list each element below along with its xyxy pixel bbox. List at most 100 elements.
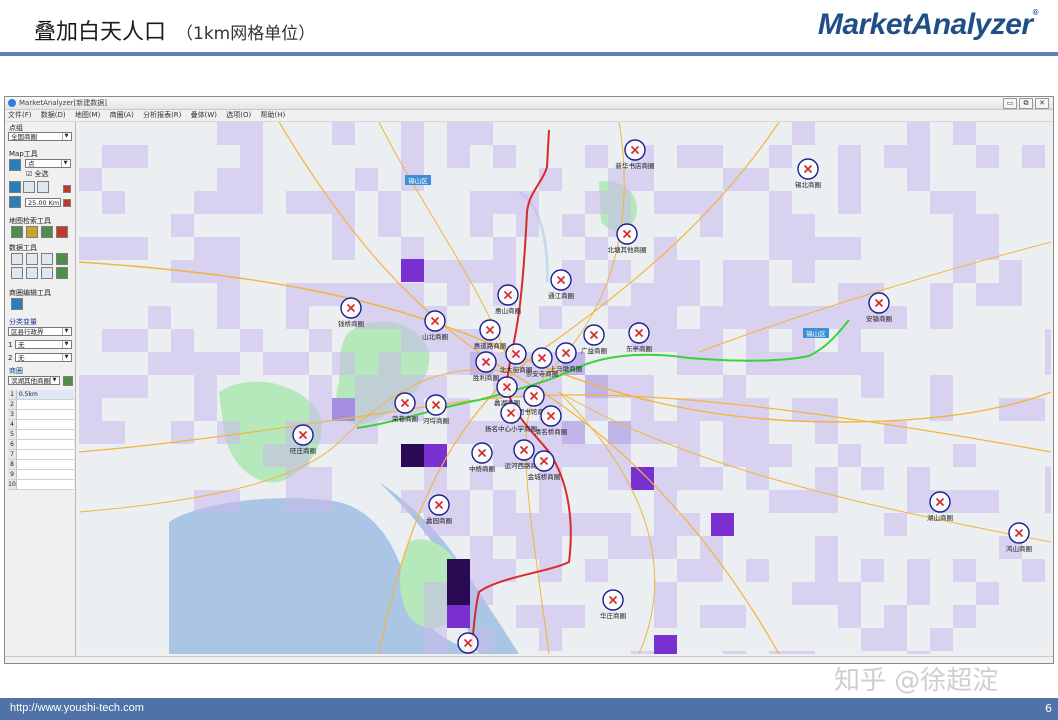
map-view[interactable]: 锡山区 锡山区 新华书店商圈 锡北商圈 北塘其他商圈 钱桥商圈 山北商圈 惠山商圈 通江商圈…	[79, 122, 1051, 654]
data-tool-5-button[interactable]	[11, 267, 23, 279]
search-tool-1-button[interactable]	[11, 226, 23, 238]
ring-row[interactable]: 7	[8, 450, 74, 460]
menu-options[interactable]: 选项(O)	[226, 111, 251, 119]
poi-marker[interactable]: 山北商圈	[422, 310, 448, 341]
poi-marker[interactable]: 蠡园商圈	[426, 494, 452, 525]
circle-select-button[interactable]	[37, 181, 49, 193]
point-type-select[interactable]: 点 ▼	[25, 159, 71, 168]
grid-cell	[447, 421, 470, 444]
radius-apply-button[interactable]	[63, 199, 71, 207]
menu-overlay[interactable]: 叠体(W)	[191, 111, 217, 119]
grid-cell	[815, 352, 838, 375]
poi-marker[interactable]: 鸿山商圈	[1006, 522, 1032, 553]
district-label: 锡山区	[408, 176, 428, 185]
poi-marker[interactable]: 华庄商圈	[600, 589, 626, 620]
maximize-button[interactable]: ⧉	[1019, 98, 1033, 109]
zoom-tool-button[interactable]	[9, 159, 21, 171]
menu-area[interactable]: 商圈(A)	[110, 111, 134, 119]
ring-row[interactable]: 5	[8, 430, 74, 440]
search-tool-2-button[interactable]	[26, 226, 38, 238]
poi-marker[interactable]: 锡北商圈	[795, 158, 821, 189]
class-1-select[interactable]: 无 ▼	[15, 340, 72, 349]
data-tool-4-button[interactable]	[56, 253, 68, 265]
hand-tool-button[interactable]	[9, 181, 21, 193]
grid-cell	[447, 283, 470, 306]
search-tool-4-button[interactable]	[56, 226, 68, 238]
class-2-select[interactable]: 无 ▼	[15, 353, 72, 362]
grid-cell	[493, 513, 516, 536]
grid-cell	[608, 444, 631, 467]
classification-select[interactable]: 区县行政界 ▼	[8, 327, 72, 336]
menu-data[interactable]: 数据(D)	[41, 111, 66, 119]
grid-cell	[700, 145, 723, 168]
grid-cell	[401, 122, 424, 145]
data-tool-7-button[interactable]	[41, 267, 53, 279]
area-select[interactable]: 滨湖其他商圈 ▼	[8, 376, 60, 385]
ring-row[interactable]: 2	[8, 400, 74, 410]
grid-cell	[815, 467, 838, 490]
area-apply-button[interactable]	[63, 376, 73, 386]
poi-marker[interactable]: 安镇商圈	[866, 292, 892, 323]
grid-cell	[677, 260, 700, 283]
poi-marker[interactable]: 胜利商圈	[473, 351, 499, 382]
ring-row[interactable]: 1 0.5km	[8, 390, 74, 400]
grid-cell	[309, 375, 332, 398]
radius-input[interactable]: 25.00 Km	[25, 198, 61, 207]
grid-cell	[677, 145, 700, 168]
data-tool-8-button[interactable]	[56, 267, 68, 279]
poi-label: 东亭商圈	[626, 344, 652, 353]
grid-cell	[884, 145, 907, 168]
poi-marker[interactable]: 钱桥商圈	[338, 297, 364, 328]
ring-row[interactable]: 10	[8, 480, 74, 490]
grid-cell	[125, 145, 148, 168]
area-edit-button[interactable]	[11, 298, 23, 310]
ring-row[interactable]: 8	[8, 460, 74, 470]
poi-marker[interactable]: 东亭商圈	[626, 322, 652, 353]
data-tool-6-button[interactable]	[26, 267, 38, 279]
grid-cell	[677, 444, 700, 467]
poi-marker[interactable]: 河埒商圈	[423, 394, 449, 425]
select-all-checkbox[interactable]: ☑ 全选	[26, 169, 49, 179]
grid-cell	[585, 513, 608, 536]
menu-file[interactable]: 文件(F)	[8, 111, 32, 119]
poi-marker[interactable]: 旺庄商圈	[290, 424, 316, 455]
poi-marker[interactable]: 惠山商圈	[495, 284, 521, 315]
poi-marker[interactable]: 荣巷商圈	[392, 392, 418, 423]
search-tool-3-button[interactable]	[41, 226, 53, 238]
menu-report[interactable]: 分析报表(R)	[143, 111, 181, 119]
data-tool-3-button[interactable]	[41, 253, 53, 265]
poi-marker[interactable]: 中桥商圈	[469, 442, 495, 473]
grid-cell	[654, 260, 677, 283]
poi-marker[interactable]: 通江商圈	[548, 269, 574, 300]
grid-cell	[907, 467, 930, 490]
grid-cell	[723, 651, 746, 654]
data-tool-2-button[interactable]	[26, 253, 38, 265]
close-button[interactable]: ✕	[1035, 98, 1049, 109]
grid-cell	[493, 191, 516, 214]
grid-cell	[861, 628, 884, 651]
minimize-button[interactable]: ▭	[1003, 98, 1017, 109]
grid-cell	[217, 283, 240, 306]
ring-row[interactable]: 4	[8, 420, 74, 430]
menu-map[interactable]: 地图(M)	[75, 111, 101, 119]
color-button[interactable]	[63, 185, 71, 193]
map-canvas[interactable]: 锡山区 锡山区 新华书店商圈锡北商圈北塘其他商圈钱桥商圈山北商圈 惠山商圈 通江商圈…	[79, 122, 1051, 654]
poi-label: 胜利商圈	[473, 373, 499, 382]
menu-help[interactable]: 帮助(H)	[260, 111, 285, 119]
point-group-select[interactable]: 全国商圈 ▼	[8, 132, 72, 141]
grid-cell	[792, 582, 815, 605]
poi-marker[interactable]: 广益商圈	[581, 324, 607, 355]
poi-marker[interactable]: 湖山商圈	[927, 491, 953, 522]
pointer-tool-button[interactable]	[9, 196, 21, 208]
grid-cell	[792, 122, 815, 145]
data-tool-1-button[interactable]	[11, 253, 23, 265]
rect-select-button[interactable]	[23, 181, 35, 193]
grid-cell	[447, 145, 470, 168]
grid-cell	[861, 375, 884, 398]
grid-cell	[608, 513, 631, 536]
ring-row[interactable]: 3	[8, 410, 74, 420]
ring-row[interactable]: 9	[8, 470, 74, 480]
grid-cell	[815, 237, 838, 260]
ring-row[interactable]: 6	[8, 440, 74, 450]
grid-cell	[677, 559, 700, 582]
